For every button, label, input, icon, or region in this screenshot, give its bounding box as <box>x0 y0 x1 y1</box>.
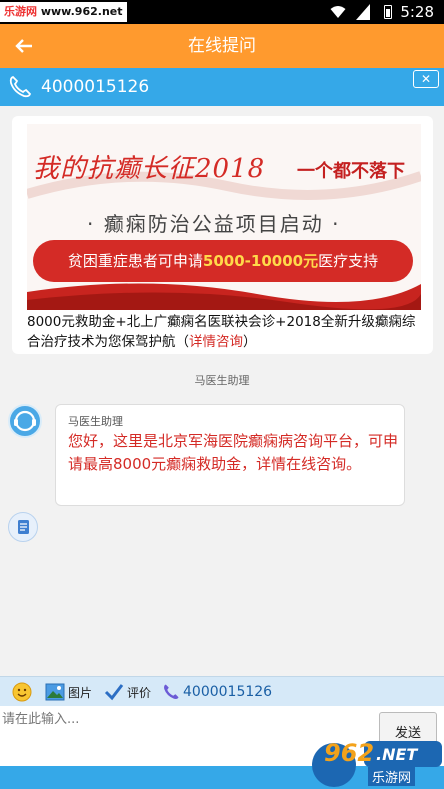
message-text: 您好，这里是北京军海医院癫痫病咨询平台，可申请最高8000元癫痫救助金，详情在线… <box>68 432 399 473</box>
phone-number[interactable]: 4000015126 <box>41 68 149 106</box>
banner-subtitle: · 癫痫防治公益项目启动 · <box>87 212 341 236</box>
rate-button[interactable]: 评价 <box>104 677 151 707</box>
app-header: 在线提问 <box>0 24 444 68</box>
image-button[interactable]: 图片 <box>45 677 92 707</box>
battery-icon <box>384 5 392 19</box>
watermark-site: 乐游网 www.962.net <box>0 2 127 22</box>
banner-title: 我的抗癫长征2018 <box>33 154 266 184</box>
promo-card[interactable]: 我的抗癫长征2018 一个都不落下 · 癫痫防治公益项目启动 · 贫困重症患者可… <box>12 116 433 354</box>
phone-icon <box>9 75 32 98</box>
chat-sender-label: 马医生助理 <box>194 374 250 387</box>
document-icon[interactable] <box>8 512 38 542</box>
banner-pill-prefix: 贫困重症患者可申请 <box>67 252 203 270</box>
image-label: 图片 <box>68 685 93 700</box>
close-phone-bar-button[interactable]: ✕ <box>413 70 439 88</box>
banner-pill-amount: 5000-10000元 <box>202 252 319 270</box>
promo-banner[interactable]: 我的抗癫长征2018 一个都不落下 · 癫痫防治公益项目启动 · 贫困重症患者可… <box>27 124 421 310</box>
toolbar-phone-button[interactable]: 4000015126 <box>162 677 272 707</box>
rate-label: 评价 <box>127 685 152 700</box>
toolbar-phone-number: 4000015126 <box>183 684 273 700</box>
watermark-logo: 962 .NET 乐游网 <box>304 735 444 789</box>
emoji-icon <box>12 682 32 702</box>
banner-slogan: 一个都不落下 <box>297 161 405 182</box>
promo-description: 8000元救助金+北上广癫痫名医联袂会诊+2018全新升级癫痫综合治疗技术为您保… <box>27 312 427 352</box>
promo-description-end: ） <box>243 334 257 350</box>
banner-pill: 贫困重症患者可申请5000-10000元医疗支持 <box>33 240 413 282</box>
emoji-button[interactable] <box>12 677 35 707</box>
watermark-domain: .NET <box>376 745 418 764</box>
watermark-brand: 962 <box>324 739 375 767</box>
image-icon <box>45 683 65 701</box>
message-sender-name: 马医生助理 <box>68 415 123 428</box>
wifi-icon <box>330 6 346 18</box>
clock-time: 5:28 <box>400 3 434 21</box>
signal-icon <box>356 4 370 20</box>
chat-toolbar: 图片 评价 4000015126 <box>0 676 444 706</box>
chat-message-bubble: 马医生助理 您好，这里是北京军海医院癫痫病咨询平台，可申请最高8000元癫痫救助… <box>55 404 405 506</box>
status-bar: 乐游网 www.962.net 5:28 <box>0 0 444 24</box>
page-title: 在线提问 <box>188 36 256 56</box>
phone-bar[interactable]: 4000015126 ✕ <box>0 68 444 106</box>
assistant-avatar-icon <box>8 404 42 438</box>
watermark-name: 乐游网 <box>368 767 416 786</box>
checkmark-icon <box>104 684 124 701</box>
banner-pill-suffix: 医疗支持 <box>318 252 379 270</box>
details-link[interactable]: 详情咨询 <box>189 334 243 350</box>
phone-icon <box>164 684 179 699</box>
